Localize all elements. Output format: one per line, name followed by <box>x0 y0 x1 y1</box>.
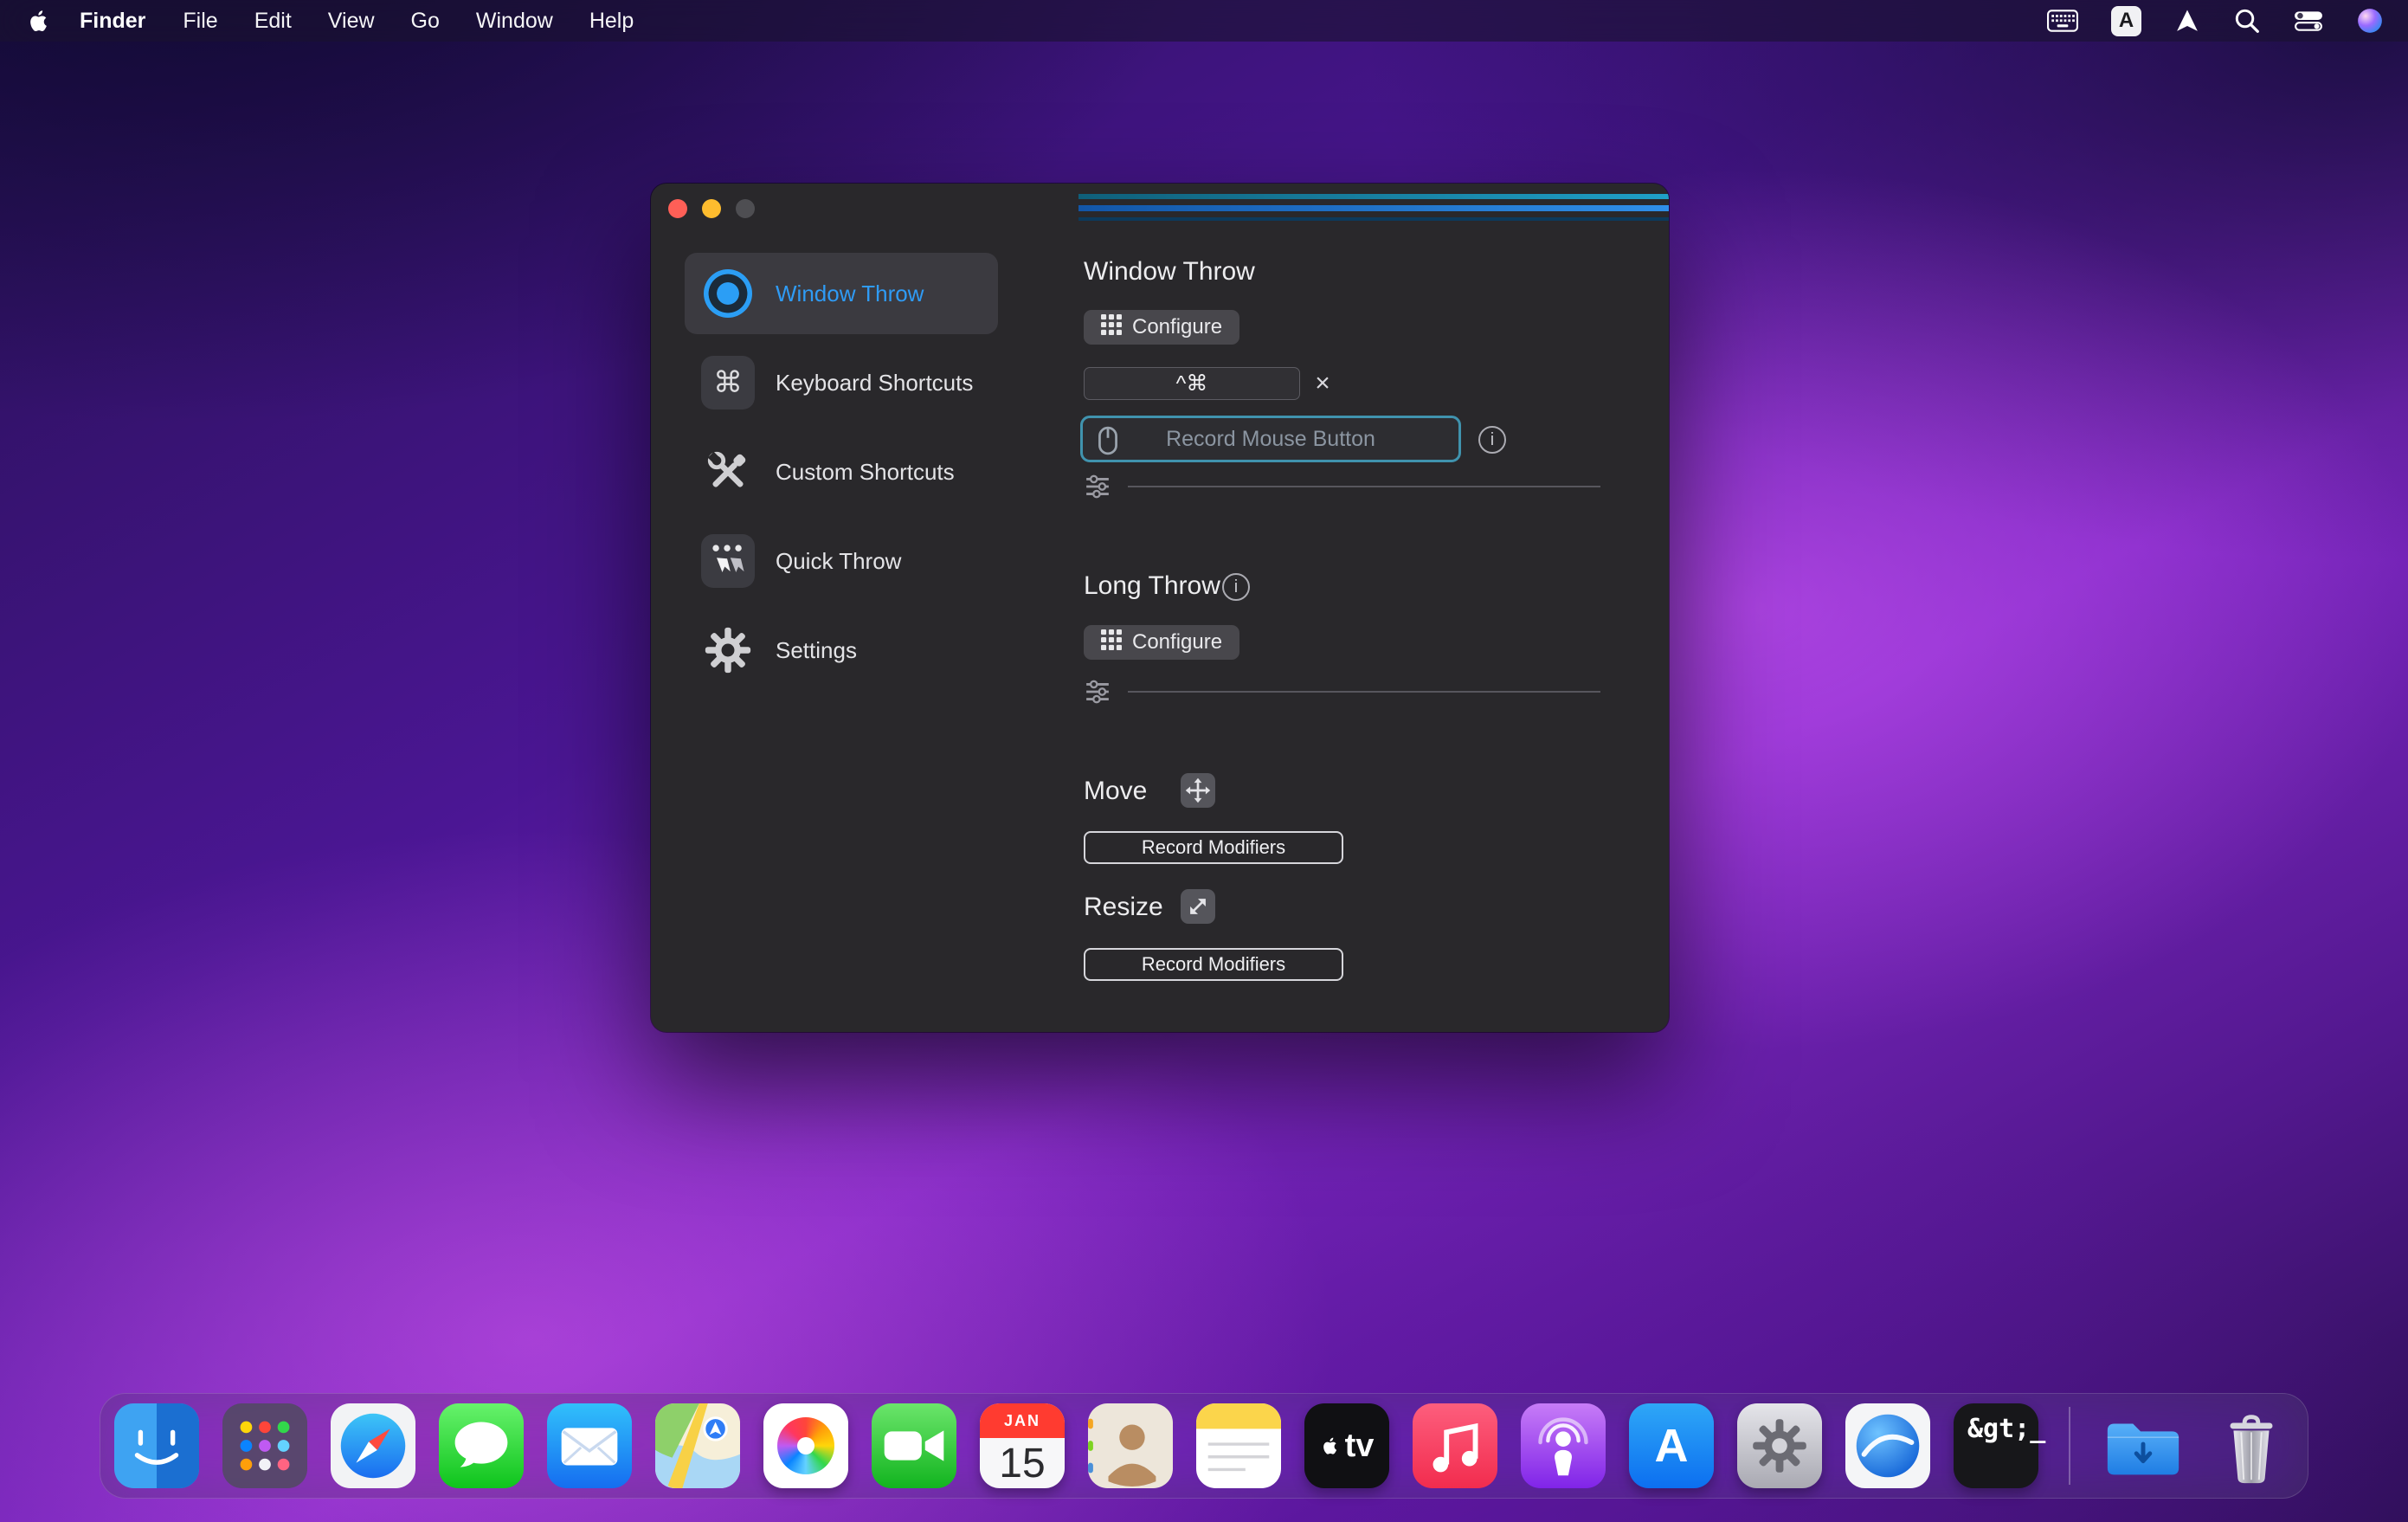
menu-bar-status-area: A <box>2047 5 2384 36</box>
dock-trash[interactable] <box>2209 1403 2294 1488</box>
terminal-prompt: &gt;_ <box>1967 1414 2045 1444</box>
dock-notes[interactable] <box>1196 1403 1281 1488</box>
sliders-icon[interactable] <box>1085 679 1111 705</box>
dock-app-store[interactable]: A <box>1629 1403 1714 1488</box>
record-modifiers-resize-button[interactable]: Record Modifiers <box>1084 948 1343 981</box>
apple-logo-icon <box>1320 1434 1341 1458</box>
dock-maps[interactable] <box>655 1403 740 1488</box>
dock-apple-tv[interactable]: tv <box>1304 1403 1389 1488</box>
close-button[interactable] <box>668 199 687 218</box>
apple-menu-icon[interactable] <box>26 7 54 35</box>
dock-mosaic[interactable] <box>1845 1403 1930 1488</box>
configure-label: Configure <box>1132 315 1222 339</box>
menu-bar-left: Finder File Edit View Go Window Help <box>26 7 652 35</box>
shortcut-field[interactable]: ^⌘ <box>1084 367 1300 400</box>
grid-icon <box>1101 629 1122 656</box>
configure-label: Configure <box>1132 630 1222 655</box>
dock-messages[interactable] <box>439 1403 524 1488</box>
record-modifiers-move-button[interactable]: Record Modifiers <box>1084 831 1343 864</box>
dock-podcasts[interactable] <box>1521 1403 1606 1488</box>
record-mouse-placeholder: Record Mouse Button <box>1166 427 1375 452</box>
info-icon[interactable]: i <box>1222 573 1250 601</box>
zoom-button-disabled[interactable] <box>736 199 755 218</box>
menu-edit[interactable]: Edit <box>236 9 310 34</box>
menu-view[interactable]: View <box>310 9 393 34</box>
dock-facetime[interactable] <box>872 1403 956 1488</box>
clear-shortcut-button[interactable]: × <box>1307 367 1338 400</box>
spotlight-search-icon[interactable] <box>2233 5 2261 36</box>
dock-contacts[interactable] <box>1088 1403 1173 1488</box>
tv-label: tv <box>1345 1428 1375 1465</box>
dock-system-preferences[interactable] <box>1737 1403 1822 1488</box>
move-icon <box>1181 773 1215 808</box>
control-center-icon[interactable] <box>2294 5 2323 36</box>
dock-finder[interactable] <box>114 1403 199 1488</box>
photos-flower-core <box>797 1437 814 1454</box>
app-window: Window Throw ⌘ Keyboard Shortcuts Custom… <box>651 184 1669 1032</box>
sliders-icon[interactable] <box>1085 474 1111 500</box>
siri-icon[interactable] <box>2356 5 2384 36</box>
calendar-month: JAN <box>980 1403 1065 1438</box>
menu-bar: Finder File Edit View Go Window Help A <box>0 0 2408 42</box>
long-throw-title: Long Throw <box>1084 571 1220 602</box>
shortcut-value: ^⌘ <box>1176 371 1208 397</box>
mouse-icon <box>1097 426 1119 460</box>
menu-go[interactable]: Go <box>393 9 458 34</box>
resize-icon <box>1181 889 1215 924</box>
menu-window[interactable]: Window <box>458 9 571 34</box>
grid-icon <box>1101 314 1122 341</box>
gear-icon <box>1751 1417 1808 1474</box>
dock-safari[interactable] <box>331 1403 415 1488</box>
location-icon[interactable] <box>2174 5 2200 36</box>
info-icon[interactable]: i <box>1478 426 1506 454</box>
keyboard-icon[interactable] <box>2047 5 2078 36</box>
dock-launchpad[interactable] <box>222 1403 307 1488</box>
settings-content: Window Throw Configure ^⌘ × Record Mouse… <box>651 184 1669 1032</box>
dock-divider <box>2069 1407 2070 1485</box>
dock: JAN 15 tv A &gt;_ <box>100 1393 2308 1499</box>
app-store-a: A <box>1655 1419 1689 1473</box>
divider <box>1128 691 1600 693</box>
window-throw-title: Window Throw <box>1084 256 1255 287</box>
dock-terminal[interactable]: &gt;_ <box>1954 1403 2038 1488</box>
dock-mail[interactable] <box>547 1403 632 1488</box>
record-mouse-button-field[interactable]: Record Mouse Button <box>1080 416 1461 462</box>
configure-long-throw-button[interactable]: Configure <box>1084 625 1239 660</box>
resize-label: Resize <box>1084 892 1163 923</box>
divider <box>1128 486 1600 487</box>
menu-file[interactable]: File <box>164 9 235 34</box>
input-source-icon[interactable]: A <box>2111 5 2141 36</box>
configure-window-throw-button[interactable]: Configure <box>1084 310 1239 345</box>
dock-calendar[interactable]: JAN 15 <box>980 1403 1065 1488</box>
calendar-day: 15 <box>980 1438 1065 1488</box>
dock-music[interactable] <box>1413 1403 1497 1488</box>
move-label: Move <box>1084 776 1147 807</box>
menu-help[interactable]: Help <box>571 9 652 34</box>
minimize-button[interactable] <box>702 199 721 218</box>
dock-downloads[interactable] <box>2101 1403 2186 1488</box>
window-controls <box>668 199 755 218</box>
dock-photos[interactable] <box>763 1403 848 1488</box>
menu-app-name[interactable]: Finder <box>61 9 164 34</box>
